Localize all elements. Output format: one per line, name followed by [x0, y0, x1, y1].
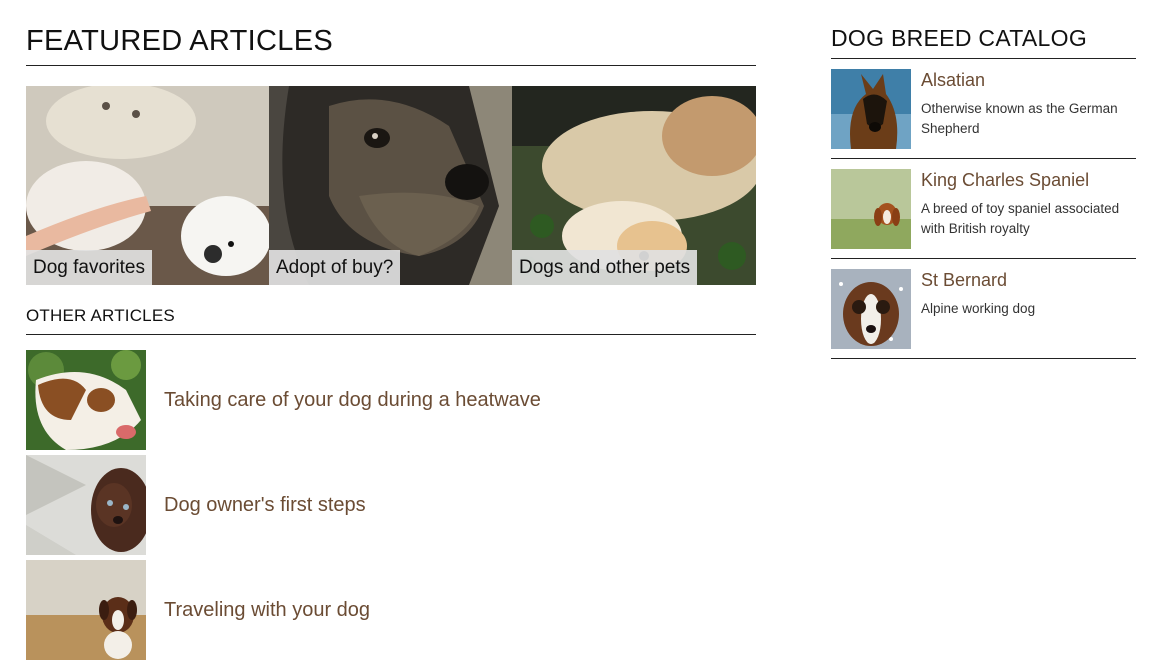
breed-name[interactable]: King Charles Spaniel: [921, 169, 1136, 191]
article-thumbnail: [26, 455, 146, 555]
breed-description: Otherwise known as the German Shepherd: [921, 101, 1118, 136]
breed-item-st-bernard[interactable]: St Bernard Alpine working dog: [831, 259, 1136, 359]
list-item[interactable]: Dog owner's first steps: [26, 455, 756, 555]
featured-card-dogs-and-other-pets[interactable]: Dogs and other pets: [512, 86, 756, 285]
other-articles-list: Taking care of your dog during a heatwav…: [26, 350, 756, 660]
breed-catalog-heading: DOG BREED CATALOG: [831, 0, 1136, 59]
featured-card-dog-favorites[interactable]: Dog favorites: [26, 86, 269, 285]
breed-thumbnail: [831, 169, 911, 249]
featured-articles-heading: FEATURED ARTICLES: [26, 0, 756, 66]
breed-item-alsatian[interactable]: Alsatian Otherwise known as the German S…: [831, 59, 1136, 159]
article-link[interactable]: Taking care of your dog during a heatwav…: [164, 389, 541, 412]
article-thumbnail: [26, 350, 146, 450]
article-thumbnail: [26, 560, 146, 660]
list-item[interactable]: Taking care of your dog during a heatwav…: [26, 350, 756, 450]
featured-label: Dogs and other pets: [512, 250, 698, 285]
featured-card-adopt-or-buy[interactable]: Adopt of buy?: [269, 86, 512, 285]
breed-item-king-charles-spaniel[interactable]: King Charles Spaniel A breed of toy span…: [831, 159, 1136, 259]
featured-label: Dog favorites: [26, 250, 152, 285]
featured-label: Adopt of buy?: [269, 250, 401, 285]
featured-grid: Dog favorites Adopt of buy? Dogs and oth…: [26, 86, 756, 285]
article-link[interactable]: Traveling with your dog: [164, 599, 370, 622]
breed-description: A breed of toy spaniel associated with B…: [921, 201, 1120, 236]
breed-catalog-sidebar: DOG BREED CATALOG Alsatian Otherwise kno…: [831, 0, 1136, 359]
other-articles-heading: OTHER ARTICLES: [26, 306, 756, 335]
breed-description: Alpine working dog: [921, 301, 1036, 316]
main-content: FEATURED ARTICLES Dog favorites Adopt of…: [26, 0, 756, 665]
breed-thumbnail: [831, 69, 911, 149]
list-item[interactable]: Traveling with your dog: [26, 560, 756, 660]
breed-thumbnail: [831, 269, 911, 349]
article-link[interactable]: Dog owner's first steps: [164, 494, 366, 517]
breed-name[interactable]: St Bernard: [921, 269, 1035, 291]
breed-name[interactable]: Alsatian: [921, 69, 1136, 91]
